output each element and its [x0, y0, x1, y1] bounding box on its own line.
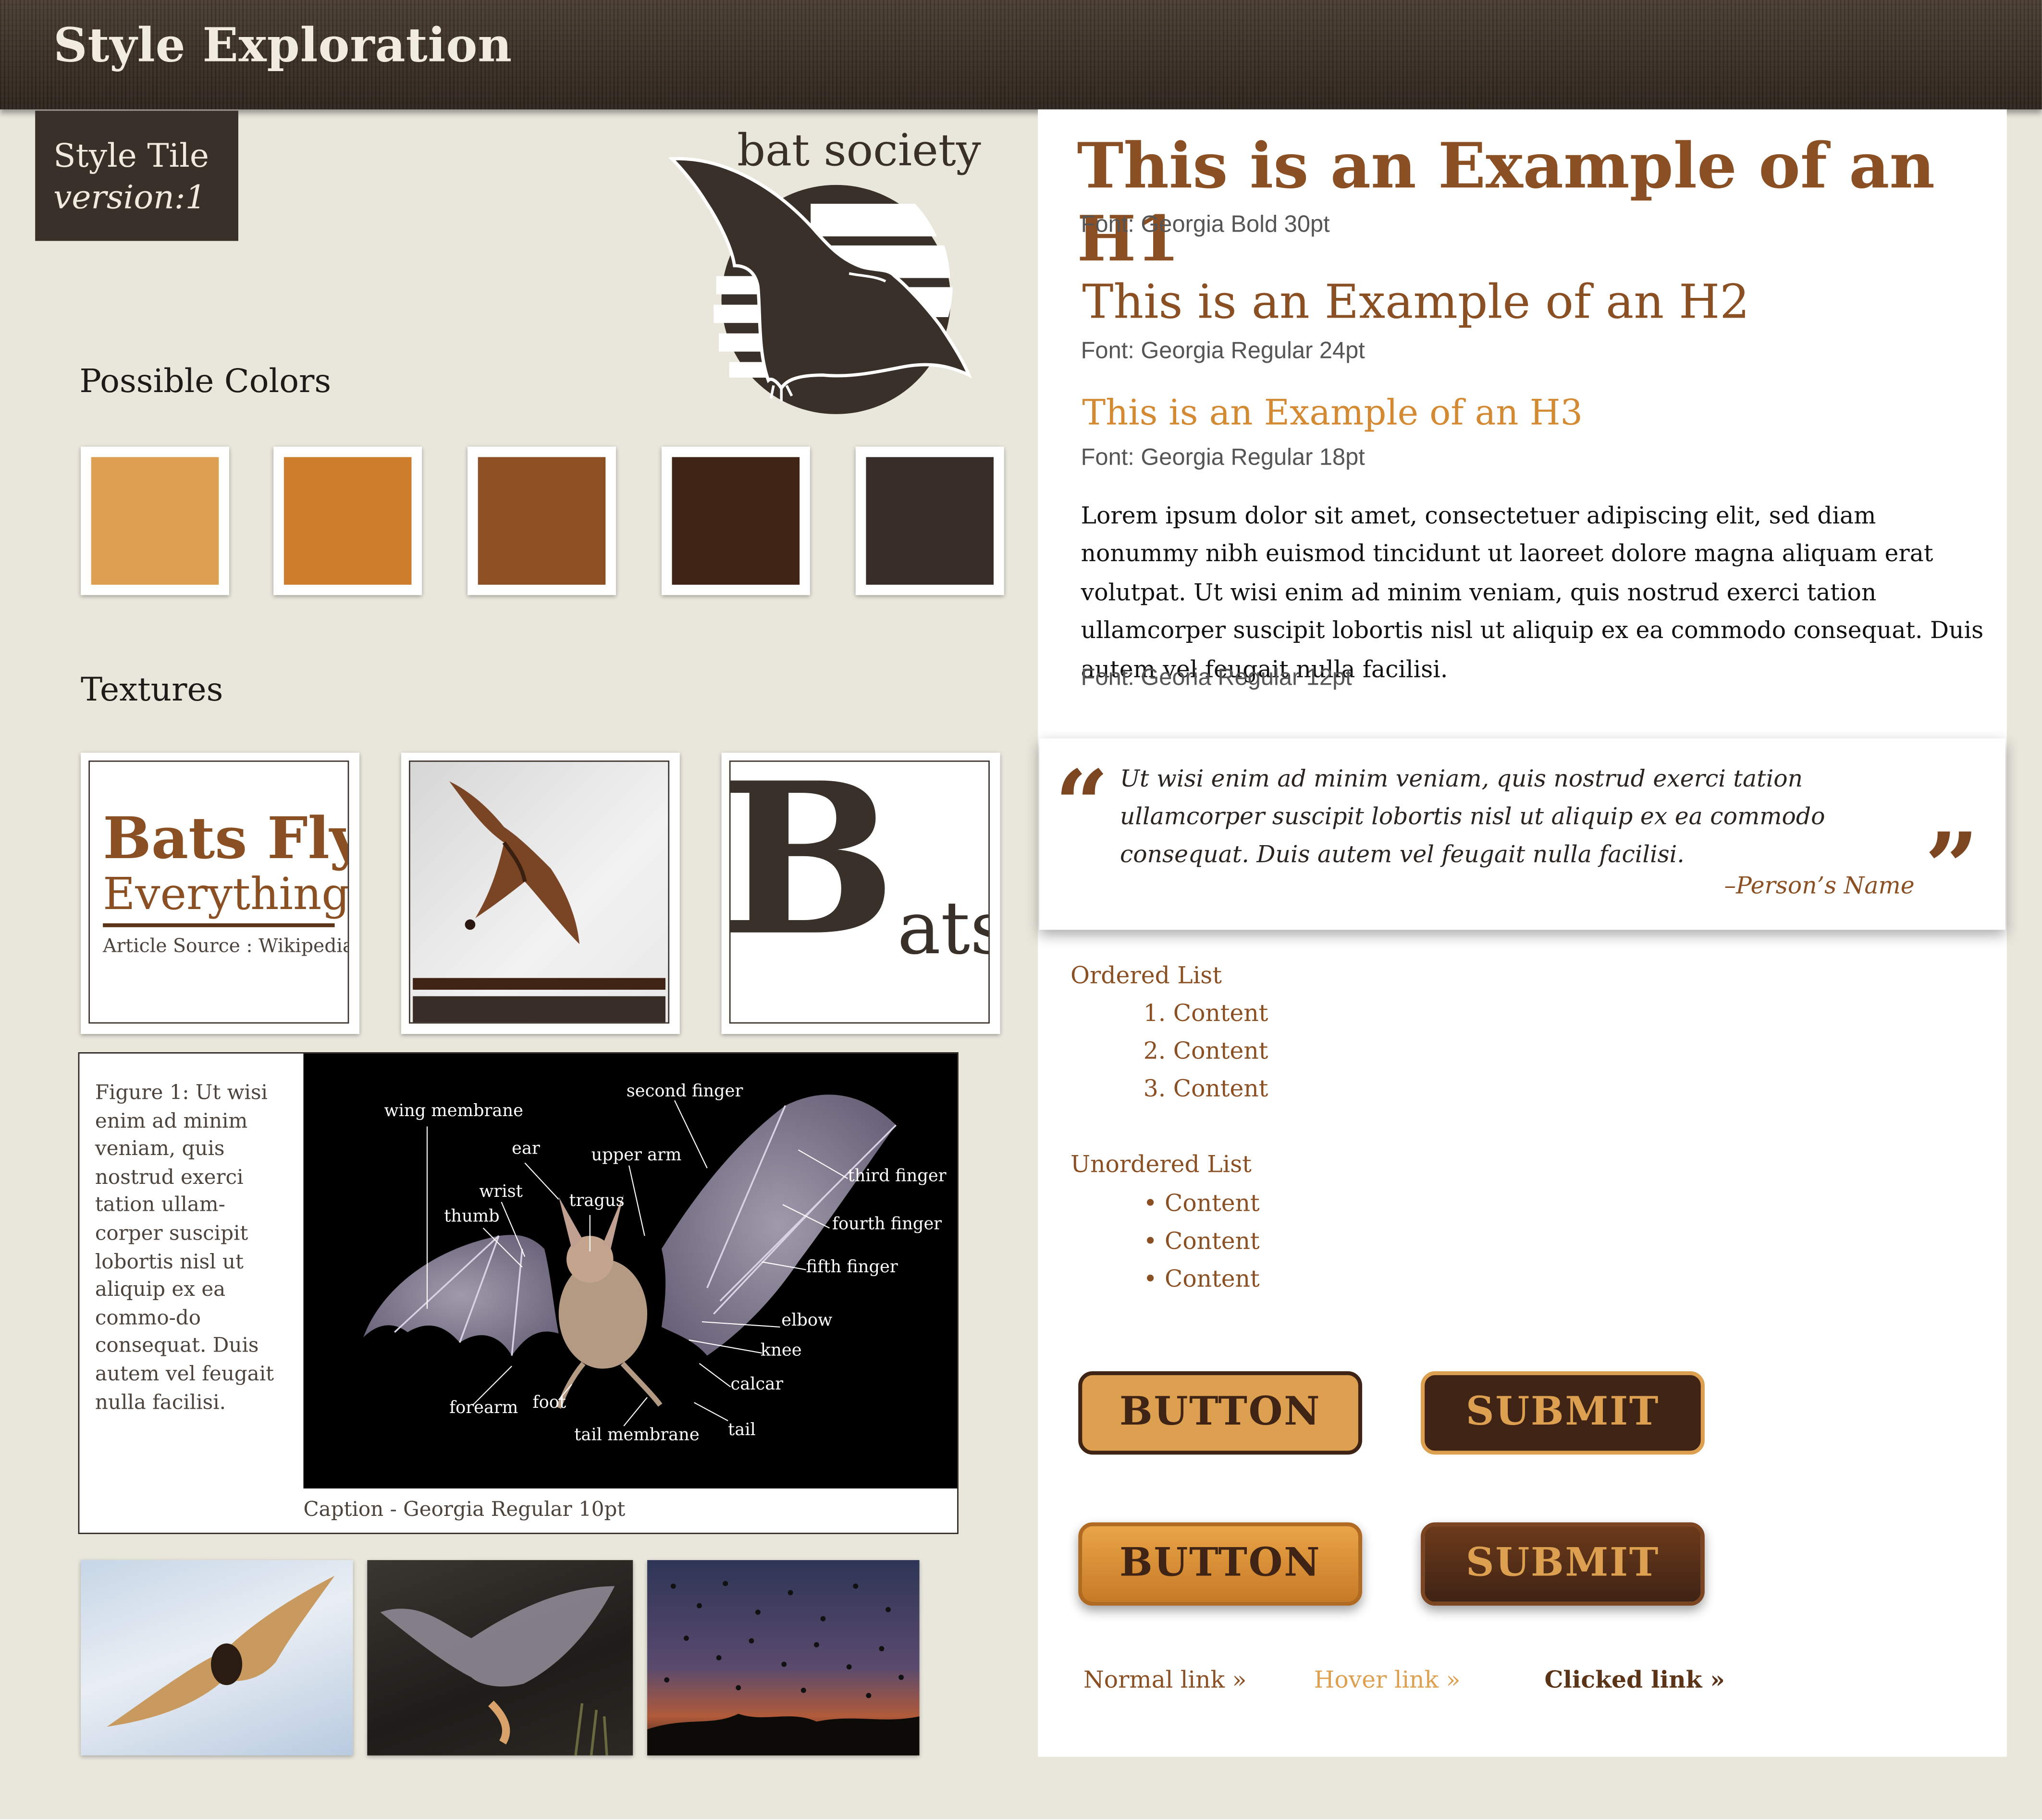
photo-bat-sky — [81, 1560, 353, 1756]
h1-font-note: Font: Georgia Bold 30pt — [1081, 211, 1330, 237]
photo-bat-catching — [367, 1560, 633, 1756]
label-elbow: elbow — [781, 1310, 832, 1330]
swatch-fill — [866, 457, 994, 585]
swatch-fill — [478, 457, 606, 585]
color-swatch — [467, 446, 616, 595]
submit-button-hover[interactable]: SUBMIT — [1421, 1522, 1705, 1606]
swatch-fill — [672, 457, 800, 585]
header-bar: Style Exploration — [0, 0, 2042, 110]
badge-version: version:1 — [53, 178, 206, 216]
label-foot: foot — [533, 1392, 566, 1412]
flying-bat-icon — [449, 781, 580, 945]
label-second-finger: second finger — [627, 1081, 743, 1101]
label-fourth-finger: fourth finger — [832, 1214, 942, 1234]
color-swatch — [273, 446, 422, 595]
label-calcar: calcar — [731, 1374, 784, 1394]
label-upper-arm: upper arm — [591, 1145, 682, 1165]
texture-rule — [103, 923, 335, 927]
texture-subheadline: Everything — [103, 868, 349, 921]
h2-font-note: Font: Georgia Regular 24pt — [1081, 337, 1365, 364]
label-thumb: thumb — [444, 1206, 499, 1226]
body-font-note: Font: Georia Regular 12pt — [1081, 664, 1352, 690]
bat-swarm-icon — [647, 1581, 920, 1756]
bat-hunting-icon — [380, 1586, 615, 1756]
style-tile-canvas: Style Exploration Style Tile version:1 b… — [0, 0, 2042, 1820]
body-text: Lorem ipsum dolor sit amet, consectetuer… — [1081, 503, 1984, 683]
example-h3: This is an Example of an H3 — [1082, 393, 1583, 434]
photo-bat-swarm — [647, 1560, 920, 1756]
label-knee: knee — [761, 1340, 802, 1360]
swatch-fill — [91, 457, 219, 585]
texture-tile-letterform: B ats — [721, 752, 1000, 1034]
blockquote: “ Ut wisi enim ad minim veniam, quis nos… — [1039, 738, 2006, 930]
label-ear: ear — [512, 1138, 540, 1158]
submit-button-default[interactable]: SUBMIT — [1421, 1371, 1705, 1455]
stripe-dark-brown — [413, 978, 666, 990]
figure-text: Figure 1: Ut wisi enim ad minim veniam, … — [95, 1081, 274, 1414]
close-quote-mark: ” — [1924, 811, 1979, 922]
ordered-list-item: 3. Content — [1143, 1075, 1268, 1103]
color-swatch — [855, 446, 1004, 595]
normal-link[interactable]: Normal link » — [1083, 1667, 1246, 1694]
open-quote-mark: “ — [1055, 749, 1109, 860]
quote-text: Ut wisi enim ad minim veniam, quis nostr… — [1119, 765, 1825, 869]
bat-anatomy-diagram: wing membrane second finger ear upper ar… — [303, 1053, 958, 1488]
ordered-list-title: Ordered List — [1070, 962, 1222, 990]
texture-headline: Bats Fly — [103, 806, 349, 873]
ordered-list-item: 2. Content — [1143, 1038, 1268, 1066]
button-hover[interactable]: BUTTON — [1078, 1522, 1363, 1606]
h3-font-note: Font: Georgia Regular 18pt — [1081, 444, 1365, 470]
texture-letter-rest: ats — [897, 886, 988, 971]
label-third-finger: third finger — [848, 1166, 946, 1185]
stripe-charcoal — [413, 996, 666, 1022]
colors-section-title: Possible Colors — [79, 362, 332, 400]
ordered-list-item: 1. Content — [1143, 1000, 1268, 1028]
label-tail-membrane: tail membrane — [574, 1425, 699, 1445]
label-wing-membrane: wing membrane — [384, 1101, 523, 1120]
label-tragus: tragus — [569, 1191, 624, 1210]
bat-anatomy-icon: wing membrane second finger ear upper ar… — [363, 1081, 947, 1445]
badge-title: Style Tile — [53, 136, 209, 175]
hover-link[interactable]: Hover link » — [1314, 1667, 1461, 1694]
example-h1: This is an Example of an H1 — [1077, 130, 1935, 276]
swatch-fill — [283, 457, 412, 585]
bat-silhouette-icon — [107, 1575, 335, 1727]
unordered-list-item: • Content — [1143, 1228, 1260, 1255]
style-tile-badge: Style Tile version:1 — [35, 111, 239, 241]
label-fifth-finger: fifth finger — [806, 1257, 898, 1277]
texture-big-letter: B — [729, 760, 897, 982]
label-wrist: wrist — [479, 1181, 522, 1201]
color-swatch — [661, 446, 810, 595]
unordered-list-item: • Content — [1143, 1266, 1260, 1293]
unordered-list-title: Unordered List — [1070, 1151, 1252, 1179]
label-tail: tail — [728, 1420, 756, 1439]
texture-tile-typography: Bats Fly Everything Article Source : Wik… — [81, 752, 360, 1034]
figure-caption: Caption - Georgia Regular 10pt — [303, 1497, 626, 1521]
texture-source: Article Source : Wikipedia — [103, 936, 349, 958]
color-swatch — [81, 446, 230, 595]
unordered-list-item: • Content — [1143, 1190, 1260, 1218]
example-h2: This is an Example of an H2 — [1082, 276, 1750, 330]
quote-author: –Person’s Name — [1724, 872, 1915, 900]
label-forearm: forearm — [449, 1398, 518, 1417]
bat-logo-icon — [668, 157, 972, 414]
clicked-link[interactable]: Clicked link » — [1545, 1667, 1725, 1694]
figure-block: Figure 1: Ut wisi enim ad minim veniam, … — [78, 1052, 959, 1534]
page-title: Style Exploration — [53, 18, 513, 73]
textures-section-title: Textures — [81, 670, 223, 709]
texture-tile-bat-photo — [401, 752, 680, 1034]
typography-panel: This is an Example of an H1 Font: Georgi… — [1038, 109, 2007, 1757]
button-default[interactable]: BUTTON — [1078, 1371, 1363, 1455]
